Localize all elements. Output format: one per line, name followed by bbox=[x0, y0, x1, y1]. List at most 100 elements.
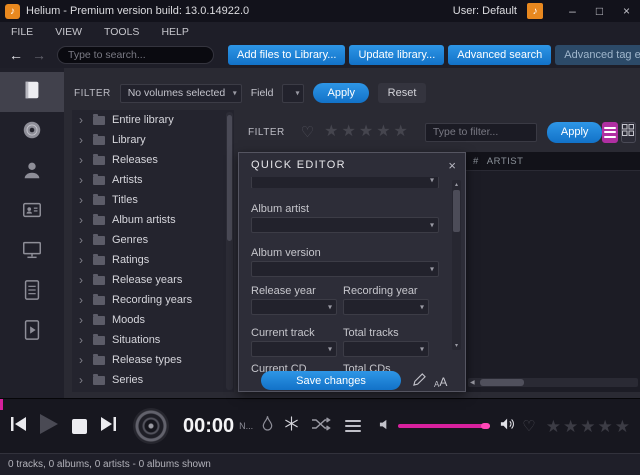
grid-view-toggle[interactable] bbox=[620, 121, 636, 143]
current-track-input[interactable]: ▾ bbox=[251, 341, 337, 357]
volume-filter-apply-button[interactable]: Apply bbox=[313, 83, 370, 103]
favorite-heart-icon[interactable]: ♡ bbox=[522, 419, 535, 434]
menu-tools[interactable]: TOOLS bbox=[93, 26, 150, 38]
release-year-input[interactable]: ▾ bbox=[251, 299, 337, 315]
tree-item[interactable]: › Series bbox=[72, 370, 234, 390]
column-artist[interactable]: ARTIST bbox=[487, 156, 524, 167]
previous-track-button[interactable] bbox=[10, 416, 28, 437]
chevron-right-icon[interactable]: › bbox=[79, 194, 89, 206]
sidebar-item-contacts[interactable] bbox=[0, 192, 64, 232]
add-files-button[interactable]: Add files to Library... bbox=[228, 45, 346, 65]
chevron-right-icon[interactable]: › bbox=[79, 114, 89, 126]
chevron-right-icon[interactable]: › bbox=[79, 294, 89, 306]
pencil-icon[interactable] bbox=[413, 373, 426, 391]
close-button[interactable]: × bbox=[613, 0, 640, 22]
tree-item[interactable]: › Situations bbox=[72, 330, 234, 350]
tree-item[interactable]: › Release types bbox=[72, 350, 234, 370]
tree-item[interactable]: › Titles bbox=[72, 190, 234, 210]
shuffle-icon[interactable] bbox=[311, 416, 331, 436]
star-icon[interactable]: ★ bbox=[324, 123, 341, 140]
chevron-right-icon[interactable]: › bbox=[79, 134, 89, 146]
volumes-dropdown[interactable]: No volumes selected ▾ bbox=[119, 83, 242, 103]
tree-scrollbar-thumb[interactable] bbox=[227, 115, 232, 241]
advanced-search-button[interactable]: Advanced search bbox=[448, 45, 552, 65]
recording-year-input[interactable]: ▾ bbox=[343, 299, 429, 315]
sidebar-item-discs[interactable] bbox=[0, 112, 64, 152]
play-button[interactable] bbox=[36, 412, 60, 441]
sidebar-item-library[interactable] bbox=[0, 72, 64, 112]
volume-low-icon[interactable] bbox=[379, 417, 390, 435]
column-number[interactable]: # bbox=[473, 156, 479, 167]
tree-item[interactable]: › Entire library bbox=[72, 110, 234, 130]
scroll-up-icon[interactable]: ▴ bbox=[452, 181, 461, 188]
star-icon[interactable]: ★ bbox=[376, 123, 393, 140]
tree-item[interactable]: › Recording years bbox=[72, 290, 234, 310]
star-rating-filter[interactable]: ★★★★★ bbox=[324, 124, 411, 140]
tree-scrollbar[interactable] bbox=[226, 112, 233, 390]
tree-item[interactable]: › Release years bbox=[72, 270, 234, 290]
menu-view[interactable]: VIEW bbox=[44, 26, 93, 38]
field-dropdown[interactable]: ▾ bbox=[282, 83, 305, 103]
tree-item[interactable]: › Artists bbox=[72, 170, 234, 190]
search-input[interactable] bbox=[57, 46, 214, 64]
chevron-right-icon[interactable]: › bbox=[79, 214, 89, 226]
tree-item[interactable]: › Album artists bbox=[72, 210, 234, 230]
save-changes-button[interactable]: Save changes bbox=[261, 371, 401, 390]
album-artist-dropdown[interactable]: ▾ bbox=[251, 217, 439, 233]
volume-slider-thumb[interactable] bbox=[481, 423, 491, 429]
sidebar-item-play-queue[interactable] bbox=[0, 312, 64, 352]
total-tracks-input[interactable]: ▾ bbox=[343, 341, 429, 357]
star-icon[interactable]: ★ bbox=[580, 417, 597, 436]
tree-item[interactable]: › Moods bbox=[72, 310, 234, 330]
maximize-button[interactable]: □ bbox=[586, 0, 613, 22]
sidebar-item-display[interactable] bbox=[0, 232, 64, 272]
filter-apply-button[interactable]: Apply bbox=[546, 121, 603, 143]
chevron-right-icon[interactable]: › bbox=[79, 274, 89, 286]
chevron-right-icon[interactable]: › bbox=[79, 334, 89, 346]
font-size-icon[interactable]: AA bbox=[434, 375, 447, 389]
tree-item[interactable]: › Library bbox=[72, 130, 234, 150]
chevron-right-icon[interactable]: › bbox=[79, 174, 89, 186]
quick-editor-scrollbar[interactable]: ▴ ▾ bbox=[452, 180, 461, 350]
filter-input[interactable] bbox=[424, 122, 537, 142]
tree-item[interactable]: › Releases bbox=[72, 150, 234, 170]
snowflake-icon[interactable] bbox=[284, 416, 299, 436]
queue-menu-icon[interactable] bbox=[345, 420, 362, 432]
chevron-right-icon[interactable]: › bbox=[79, 374, 89, 386]
star-icon[interactable]: ★ bbox=[394, 123, 411, 140]
tree-item[interactable]: › Genres bbox=[72, 230, 234, 250]
volume-filter-reset-button[interactable]: Reset bbox=[378, 83, 427, 103]
tree-item[interactable]: › Ratings bbox=[72, 250, 234, 270]
star-icon[interactable]: ★ bbox=[359, 123, 376, 140]
scrolled-dropdown[interactable]: ▾ bbox=[251, 177, 439, 188]
volume-slider[interactable] bbox=[398, 423, 491, 429]
minimize-button[interactable]: – bbox=[559, 0, 586, 22]
heart-filter-icon[interactable]: ♡ bbox=[301, 125, 314, 140]
scroll-down-icon[interactable]: ▾ bbox=[452, 342, 461, 349]
sidebar-item-playlists[interactable] bbox=[0, 272, 64, 312]
star-icon[interactable]: ★ bbox=[342, 123, 359, 140]
menu-file[interactable]: FILE bbox=[0, 26, 44, 38]
volume-high-icon[interactable] bbox=[500, 417, 516, 436]
chevron-right-icon[interactable]: › bbox=[79, 254, 89, 266]
stop-button[interactable] bbox=[72, 418, 87, 434]
back-arrow-icon[interactable]: ← bbox=[9, 47, 23, 63]
album-version-dropdown[interactable]: ▾ bbox=[251, 261, 439, 277]
flame-icon[interactable] bbox=[261, 415, 274, 437]
next-track-button[interactable] bbox=[99, 416, 117, 437]
chevron-right-icon[interactable]: › bbox=[79, 314, 89, 326]
update-library-button[interactable]: Update library... bbox=[349, 45, 445, 65]
chevron-right-icon[interactable]: › bbox=[79, 154, 89, 166]
sidebar-item-artists[interactable] bbox=[0, 152, 64, 192]
star-icon[interactable]: ★ bbox=[546, 417, 563, 436]
scroll-left-icon[interactable]: ◀ bbox=[470, 379, 475, 386]
close-icon[interactable]: × bbox=[448, 159, 456, 172]
scrollbar-thumb[interactable] bbox=[480, 379, 524, 386]
track-rating-stars[interactable]: ★★★★★ bbox=[546, 418, 632, 435]
scrollbar-thumb[interactable] bbox=[453, 190, 460, 232]
forward-arrow-icon[interactable]: → bbox=[32, 47, 46, 63]
list-view-toggle[interactable] bbox=[602, 121, 618, 143]
menu-help[interactable]: HELP bbox=[150, 26, 199, 38]
chevron-right-icon[interactable]: › bbox=[79, 354, 89, 366]
star-icon[interactable]: ★ bbox=[615, 417, 632, 436]
